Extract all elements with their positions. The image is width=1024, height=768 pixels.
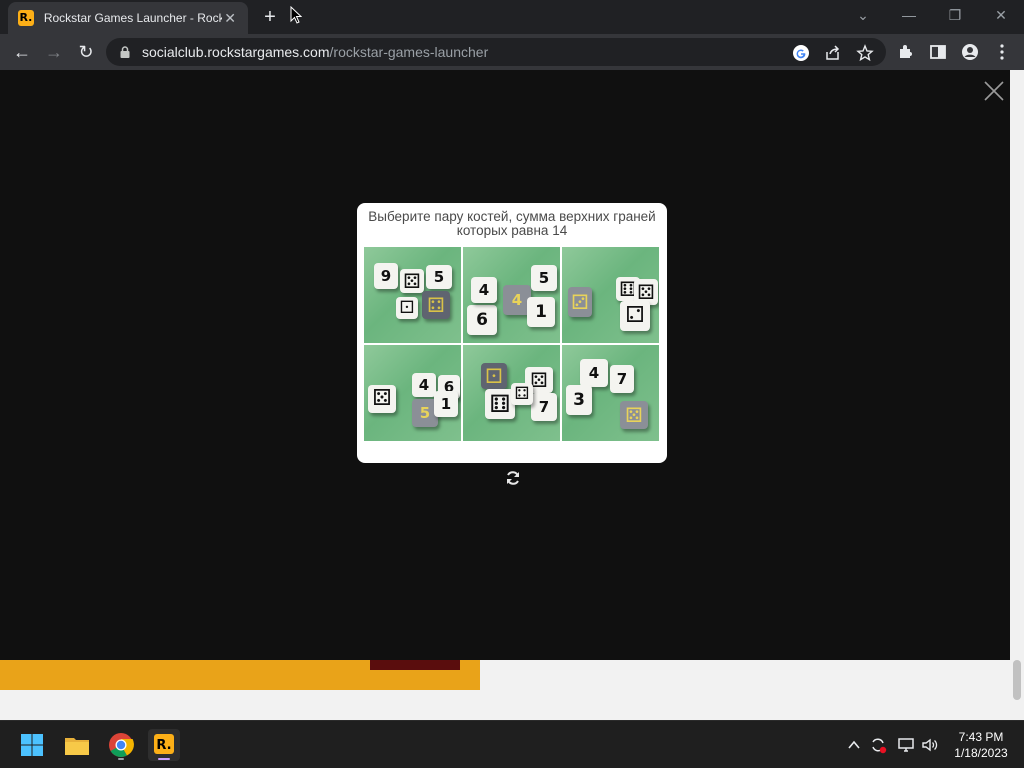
captcha-tile-3[interactable]: ⚂ ⚅ ⚄ ⚁: [562, 247, 659, 343]
captcha-refresh-icon[interactable]: [504, 469, 522, 487]
die: 1: [527, 297, 555, 327]
restore-button[interactable]: ❐: [932, 0, 978, 32]
volume-icon[interactable]: [920, 735, 940, 755]
svg-text:R.: R.: [156, 738, 171, 753]
die: ⚃: [511, 383, 533, 405]
share-icon[interactable]: [824, 44, 842, 62]
sidepanel-icon[interactable]: [928, 42, 948, 62]
network-icon[interactable]: [896, 735, 916, 755]
die: 1: [434, 391, 458, 417]
new-tab-button[interactable]: +: [259, 6, 281, 28]
url-text: socialclub.rockstargames.com/rockstar-ga…: [142, 44, 488, 60]
url-path: /rockstar-games-launcher: [329, 44, 489, 60]
rockstar-launcher-icon[interactable]: R.: [148, 729, 180, 761]
captcha-image-grid: 9 ⚄ 5 ⚃ ⚀ 6 4 4 1 5 ⚂ ⚅ ⚄ ⚁ ⚄ 4 6 5 1 ⚀ …: [364, 247, 660, 443]
tab-close-icon[interactable]: ✕: [222, 10, 238, 27]
die: ⚀: [481, 363, 507, 389]
die: 4: [580, 359, 608, 387]
lock-icon: [120, 46, 130, 58]
die: 7: [531, 393, 557, 421]
die: ⚂: [568, 287, 592, 317]
scrollbar-track[interactable]: [1010, 70, 1024, 720]
clock-time: 7:43 PM: [958, 730, 1004, 744]
window-close-button[interactable]: ✕: [978, 0, 1024, 32]
sync-icon[interactable]: [868, 735, 888, 755]
web-page: Выберите пару костей, сумма верхних гран…: [0, 70, 1024, 720]
captcha-tile-4[interactable]: ⚄ 4 6 5 1: [364, 345, 461, 441]
die: 5: [426, 265, 452, 289]
die: ⚄: [368, 385, 396, 413]
windows-start-icon[interactable]: [16, 729, 48, 761]
chrome-icon[interactable]: [105, 729, 137, 761]
captcha-tile-5[interactable]: ⚀ ⚄ ⚅ 7 ⚃: [463, 345, 560, 441]
modal-overlay: Выберите пару костей, сумма верхних гран…: [0, 70, 1010, 660]
captcha-tile-1[interactable]: 9 ⚄ 5 ⚃ ⚀: [364, 247, 461, 343]
address-bar[interactable]: socialclub.rockstargames.com/rockstar-ga…: [106, 38, 886, 66]
die: ⚁: [620, 301, 650, 331]
tab-strip: R. Rockstar Games Launcher - Rock ✕ + ⌄ …: [0, 0, 1024, 34]
browser-tab[interactable]: R. Rockstar Games Launcher - Rock ✕: [8, 2, 248, 34]
scrollbar-thumb[interactable]: [1013, 660, 1021, 700]
captcha-dialog: Выберите пару костей, сумма верхних гран…: [357, 203, 667, 463]
menu-icon[interactable]: [992, 42, 1012, 62]
tab-title: Rockstar Games Launcher - Rock: [43, 11, 223, 25]
minimize-button[interactable]: —: [886, 0, 932, 32]
browser-toolbar: ← → ↻ socialclub.rockstargames.com/rocks…: [0, 34, 1024, 70]
windows-taskbar: R. 7:43 PM 1/18/2023: [0, 720, 1024, 768]
star-icon[interactable]: [856, 44, 874, 62]
die: 4: [412, 373, 436, 397]
chevron-up-icon[interactable]: [844, 735, 864, 755]
die: 6: [467, 305, 497, 335]
mouse-cursor-icon: [290, 6, 302, 24]
captcha-tile-6[interactable]: 4 7 3 ⚄: [562, 345, 659, 441]
google-icon[interactable]: [792, 44, 810, 62]
extensions-icon[interactable]: [896, 42, 916, 62]
profile-icon[interactable]: [960, 42, 980, 62]
tab-search-button[interactable]: ⌄: [840, 0, 886, 32]
back-button[interactable]: ←: [10, 40, 34, 64]
die: ⚄: [620, 401, 648, 429]
die: 3: [566, 385, 592, 415]
file-explorer-icon[interactable]: [61, 729, 93, 761]
captcha-prompt: Выберите пару костей, сумма верхних гран…: [368, 209, 656, 238]
captcha-tile-2[interactable]: 6 4 4 1 5: [463, 247, 560, 343]
die: 5: [531, 265, 557, 291]
die: ⚀: [396, 297, 418, 319]
die: ⚃: [422, 291, 450, 319]
rockstar-favicon-icon: R.: [18, 10, 34, 26]
close-icon[interactable]: [983, 80, 1005, 102]
forward-button[interactable]: →: [42, 40, 66, 64]
clock-date: 1/18/2023: [954, 746, 1008, 760]
url-domain: socialclub.rockstargames.com: [142, 44, 330, 60]
reload-button[interactable]: ↻: [74, 40, 98, 64]
die: ⚄: [400, 269, 424, 293]
die: 9: [374, 263, 398, 289]
die: 7: [610, 365, 634, 393]
taskbar-clock[interactable]: 7:43 PM 1/18/2023: [946, 729, 1016, 761]
die: 4: [471, 277, 497, 303]
